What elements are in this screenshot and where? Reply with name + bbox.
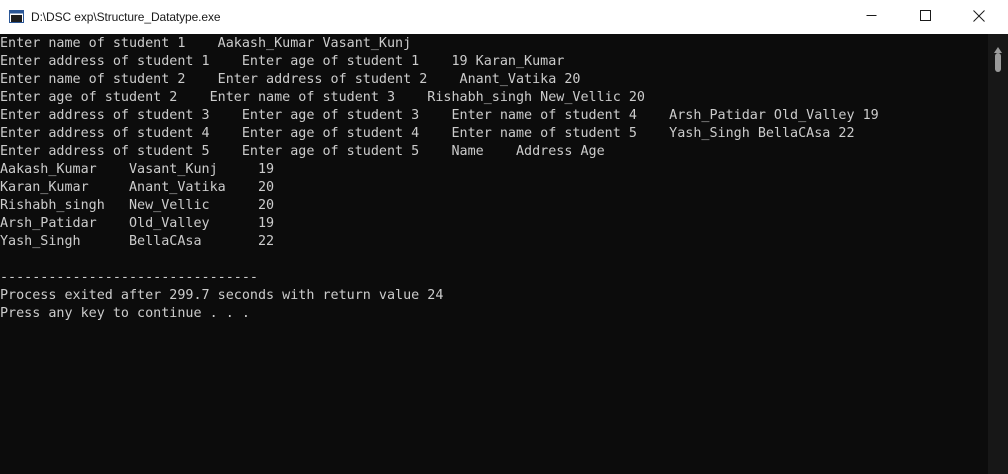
console-output[interactable]: Enter name of student 1 Aakash_Kumar Vas… (0, 34, 988, 474)
console-line: Enter address of student 1 Enter age of … (0, 54, 565, 69)
console-line: Enter address of student 4 Enter age of … (0, 126, 855, 141)
console-line: Enter address of student 5 Enter age of … (0, 144, 605, 159)
console-line: Karan_Kumar Anant_Vatika 20 (0, 180, 275, 195)
console-line: Aakash_Kumar Vasant_Kunj 19 (0, 162, 275, 177)
console-line: Arsh_Patidar Old_Valley 19 (0, 216, 275, 231)
minimize-button[interactable] (848, 0, 894, 34)
console-line: Press any key to continue . . . (0, 306, 250, 321)
minimize-icon (866, 10, 877, 24)
console-line: Rishabh_singh New_Vellic 20 (0, 198, 275, 213)
scrollbar-thumb[interactable] (995, 53, 1001, 72)
window-title: D:\DSC exp\Structure_Datatype.exe (31, 10, 221, 24)
console-app-icon (9, 10, 24, 23)
console-line: Enter name of student 2 Enter address of… (0, 72, 581, 87)
console-window: D:\DSC exp\Structure_Datatype.exe Enter … (0, 0, 1008, 474)
console-line: Process exited after 299.7 seconds with … (0, 288, 444, 303)
vertical-scrollbar[interactable] (988, 34, 1008, 474)
maximize-button[interactable] (902, 0, 948, 34)
title-bar[interactable]: D:\DSC exp\Structure_Datatype.exe (0, 0, 1008, 34)
console-line: Enter age of student 2 Enter name of stu… (0, 90, 645, 105)
console-separator: -------------------------------- (0, 270, 258, 285)
console-line: Yash_Singh BellaCAsa 22 (0, 234, 275, 249)
console-line: Enter address of student 3 Enter age of … (0, 108, 879, 123)
close-button[interactable] (956, 0, 1002, 34)
maximize-icon (919, 10, 931, 24)
close-icon (973, 9, 985, 25)
console-line: Enter name of student 1 Aakash_Kumar Vas… (0, 36, 412, 51)
